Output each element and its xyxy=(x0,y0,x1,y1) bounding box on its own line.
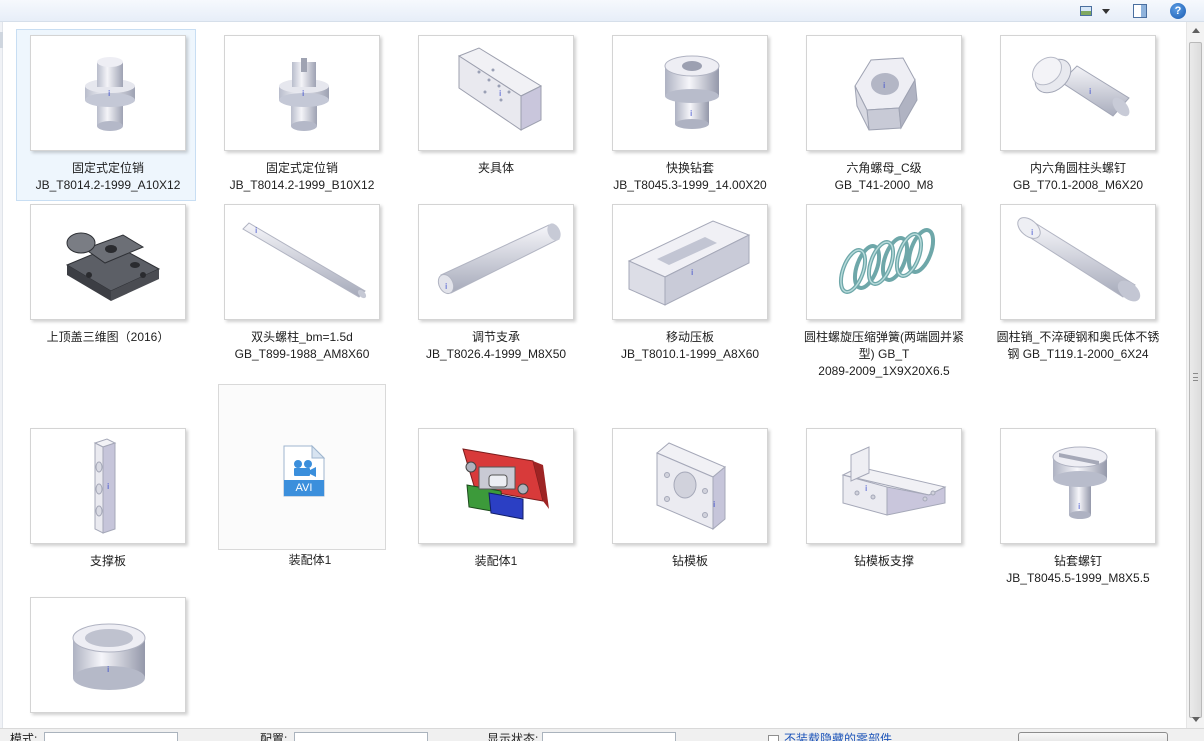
file-item[interactable]: ⅰ 移动压板 JB_T8010.1-1999_A8X60 xyxy=(606,204,774,363)
open-button[interactable] xyxy=(1018,732,1168,741)
assembly-icon xyxy=(418,428,574,544)
file-item[interactable]: ⅰ 支撑板 xyxy=(24,428,192,570)
scrollbar-thumb[interactable] xyxy=(1189,42,1202,718)
support-rod-icon: ⅰ xyxy=(418,204,574,320)
svg-text:ⅰ: ⅰ xyxy=(1078,502,1080,511)
file-item[interactable]: 上顶盖三维图（2016） xyxy=(24,204,192,346)
svg-text:ⅰ: ⅰ xyxy=(445,282,447,291)
file-label: 钻套螺钉 JB_T8045.5-1999_M8X5.5 xyxy=(1006,554,1150,585)
file-item[interactable]: ⅰ 钻套螺钉 JB_T8045.5-1999_M8X5.5 xyxy=(994,428,1162,587)
clamp-plate-icon: ⅰ xyxy=(612,204,768,320)
svg-text:ⅰ: ⅰ xyxy=(690,109,692,118)
svg-text:ⅰ: ⅰ xyxy=(107,482,109,491)
display-state-select[interactable] xyxy=(542,732,676,741)
svg-text:ⅰ: ⅰ xyxy=(108,89,110,98)
mode-select[interactable] xyxy=(44,732,178,741)
top-cover-icon xyxy=(30,204,186,320)
sleeve-icon: ⅰ xyxy=(30,597,186,713)
svg-text:ⅰ: ⅰ xyxy=(1031,228,1033,237)
file-label: 圆柱销_不淬硬钢和奥氏体不锈 钢 GB_T119.1-2000_6X24 xyxy=(996,330,1160,361)
svg-text:ⅰ: ⅰ xyxy=(107,665,109,674)
svg-text:ⅰ: ⅰ xyxy=(865,484,867,493)
drill-plate-icon: ⅰ xyxy=(612,428,768,544)
help-icon[interactable]: ? xyxy=(1168,1,1188,21)
view-icon[interactable] xyxy=(1076,1,1096,21)
file-label: 支撑板 xyxy=(89,554,126,568)
hidden-parts-checkbox[interactable] xyxy=(768,735,779,741)
svg-text:ⅰ: ⅰ xyxy=(255,226,257,235)
bushing-screw-icon: ⅰ xyxy=(1000,428,1156,544)
file-label: 六角螺母_C级 GB_T41-2000_M8 xyxy=(834,161,934,192)
file-item[interactable]: 装配体1 xyxy=(412,428,580,570)
options-bar: 模式: 配置: 显示状态: 不装载隐藏的零部件 xyxy=(0,728,1204,741)
svg-text:ⅰ: ⅰ xyxy=(691,268,693,277)
file-item[interactable]: ⅰ 夹具体 xyxy=(412,35,580,177)
dropdown-caret-icon[interactable] xyxy=(1098,1,1114,21)
file-label: 内六角圆柱头螺钉 GB_T70.1-2008_M6X20 xyxy=(1012,161,1144,192)
svg-text:ⅰ: ⅰ xyxy=(499,89,501,98)
file-item[interactable]: ⅰ 双头螺柱_bm=1.5d GB_T899-1988_AM8X60 xyxy=(218,204,386,363)
file-item[interactable]: 圆柱螺旋压缩弹簧(两端圆并紧 型) GB_T 2089-2009_1X9X20X… xyxy=(800,204,968,380)
svg-text:ⅰ: ⅰ xyxy=(883,81,885,90)
file-label: 上顶盖三维图（2016） xyxy=(46,330,170,344)
file-label: 移动压板 JB_T8010.1-1999_A8X60 xyxy=(620,330,760,361)
file-label: 调节支承 JB_T8026.4-1999_M8X50 xyxy=(425,330,567,361)
file-label: 装配体1 xyxy=(474,554,518,568)
avi-file-icon: AVI xyxy=(228,402,384,530)
file-item[interactable]: ⅰ 钻模板 xyxy=(606,428,774,570)
file-item[interactable]: ⅰ 六角螺母_C级 GB_T41-2000_M8 xyxy=(800,35,968,194)
top-toolbar: ? xyxy=(0,0,1204,22)
svg-text:ⅰ: ⅰ xyxy=(1089,87,1091,96)
file-grid: ⅰ 固定式定位销 JB_T8014.2-1999_A10X12 ⅰ 固定式定位销… xyxy=(0,22,1186,728)
pin-icon: ⅰ xyxy=(30,35,186,151)
config-label: 配置: xyxy=(260,732,288,741)
file-item[interactable]: ⅰ 固定式定位销 JB_T8014.2-1999_B10X12 xyxy=(218,35,386,194)
spring-icon xyxy=(806,204,962,320)
fixture-body-icon: ⅰ xyxy=(418,35,574,151)
stud-icon: ⅰ xyxy=(224,204,380,320)
file-label: 固定式定位销 JB_T8014.2-1999_A10X12 xyxy=(35,161,181,192)
file-item[interactable]: AVI 装配体1 xyxy=(218,384,396,569)
file-label: 圆柱螺旋压缩弹簧(两端圆并紧 型) GB_T 2089-2009_1X9X20X… xyxy=(804,330,964,378)
svg-text:ⅰ: ⅰ xyxy=(302,89,304,98)
display-state-label: 显示状态: xyxy=(487,732,539,741)
file-item[interactable]: ⅰ 快换钻套 JB_T8045.3-1999_14.00X20 xyxy=(606,35,774,194)
file-item[interactable]: ⅰ 内六角圆柱头螺钉 GB_T70.1-2008_M6X20 xyxy=(994,35,1162,194)
file-label: 夹具体 xyxy=(477,161,514,175)
support-plate-icon: ⅰ xyxy=(30,428,186,544)
file-label: 装配体1 xyxy=(288,553,332,567)
file-item[interactable]: ⅰ 调节支承 JB_T8026.4-1999_M8X50 xyxy=(412,204,580,363)
file-label: 钻模板 xyxy=(671,554,708,568)
bushing-icon: ⅰ xyxy=(612,35,768,151)
bracket-icon: ⅰ xyxy=(806,428,962,544)
config-select[interactable] xyxy=(294,732,428,741)
file-item[interactable]: ⅰ xyxy=(24,597,192,722)
socket-screw-icon: ⅰ xyxy=(1000,35,1156,151)
file-label: 快换钻套 JB_T8045.3-1999_14.00X20 xyxy=(613,161,767,192)
hex-nut-icon: ⅰ xyxy=(806,35,962,151)
avi-badge: AVI xyxy=(295,482,313,494)
file-label: 钻模板支撑 xyxy=(853,554,914,568)
file-item[interactable]: ⅰ 钻模板支撑 xyxy=(800,428,968,570)
cylinder-pin-icon: ⅰ xyxy=(1000,204,1156,320)
hidden-parts-link[interactable]: 不装载隐藏的零部件 xyxy=(784,732,892,741)
scroll-up-icon[interactable] xyxy=(1192,28,1200,33)
preview-pane-icon[interactable] xyxy=(1130,1,1150,21)
vertical-scrollbar[interactable] xyxy=(1186,22,1204,728)
file-item[interactable]: ⅰ 圆柱销_不淬硬钢和奥氏体不锈 钢 GB_T119.1-2000_6X24 xyxy=(994,204,1162,363)
svg-text:ⅰ: ⅰ xyxy=(713,500,715,509)
file-label: 双头螺柱_bm=1.5d GB_T899-1988_AM8X60 xyxy=(234,330,370,361)
file-item[interactable]: ⅰ 固定式定位销 JB_T8014.2-1999_A10X12 xyxy=(16,29,196,201)
pin-icon: ⅰ xyxy=(224,35,380,151)
mode-label: 模式: xyxy=(10,732,38,741)
file-label: 固定式定位销 JB_T8014.2-1999_B10X12 xyxy=(229,161,375,192)
scroll-down-icon[interactable] xyxy=(1192,717,1200,722)
